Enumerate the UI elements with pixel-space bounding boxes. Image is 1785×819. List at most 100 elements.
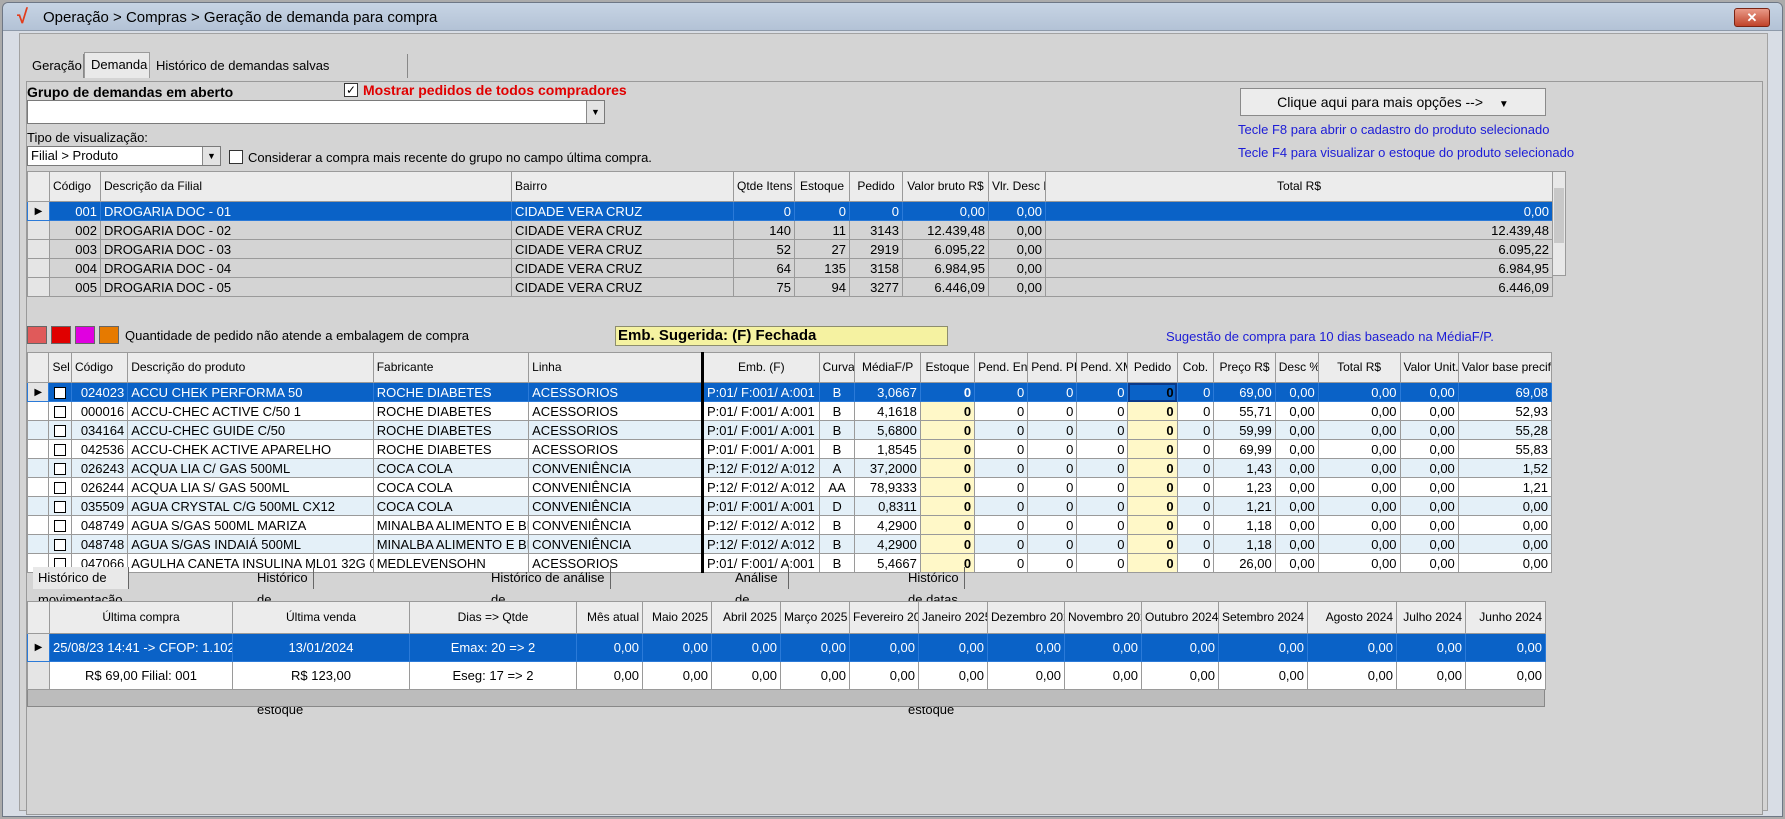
row-indicator[interactable] — [26, 439, 50, 459]
product-pedido[interactable]: 0 — [1127, 458, 1178, 478]
row-indicator[interactable] — [26, 458, 50, 478]
select-checkbox[interactable] — [48, 515, 72, 535]
visualization-combo[interactable]: Filial > Produto ▼ — [27, 146, 221, 166]
branch-row[interactable]: 004 DROGARIA DOC - 04 CIDADE VERA CRUZ 64 13… — [27, 258, 1553, 278]
product-row[interactable]: ▶ 024023 ACCU CHEK PERFORMA 50 ROCHE DIABET… — [26, 382, 1553, 402]
col-total[interactable]: Total R$ — [1317, 352, 1401, 383]
col-desc[interactable]: Desc % — [1274, 352, 1319, 383]
branch-row[interactable]: 003 DROGARIA DOC - 03 CIDADE VERA CRUZ 52 27… — [27, 239, 1553, 259]
product-pedido[interactable]: 0 — [1127, 553, 1178, 573]
col-pedido[interactable]: Pedido — [1127, 352, 1178, 383]
history-col-9[interactable]: Dezembro 2024 — [987, 601, 1065, 634]
history-col-5[interactable]: Abril 2025 — [711, 601, 781, 634]
product-pedido[interactable]: 0 — [1127, 477, 1178, 497]
col-valor-bruto[interactable]: Valor bruto R$ — [902, 171, 989, 202]
select-checkbox[interactable] — [48, 458, 72, 478]
col-codigo[interactable]: Código — [49, 171, 101, 202]
history-row[interactable]: R$ 69,00 Filial: 001 R$ 123,00 Eseg: 17 =>… — [27, 661, 1546, 690]
col-codigo[interactable]: Código — [70, 352, 129, 383]
branches-scrollbar[interactable] — [1552, 171, 1566, 276]
product-pedido[interactable]: 0 — [1127, 382, 1178, 402]
history-col-3[interactable]: Mês atual — [576, 601, 643, 634]
col-qtde-itens[interactable]: Qtde Itens — [733, 171, 795, 202]
branch-row[interactable]: 002 DROGARIA DOC - 02 CIDADE VERA CRUZ 140 1… — [27, 220, 1553, 240]
row-pointer-icon[interactable]: ▶ — [27, 633, 50, 662]
product-pedido[interactable]: 0 — [1127, 534, 1178, 554]
subtab-movimentacao-vendas[interactable]: Histórico de movimentação de vendas — [33, 567, 129, 629]
subtab-auditoria-estoque[interactable]: Histórico de auditoria da gestão de esto… — [252, 567, 314, 717]
col-sel[interactable]: Sel — [48, 352, 72, 383]
product-pedido[interactable]: 0 — [1127, 420, 1178, 440]
product-row[interactable]: 042536 ACCU-CHEK ACTIVE APARELHO ROCHE DIA… — [26, 439, 1553, 459]
chevron-down-icon[interactable]: ▼ — [586, 101, 604, 123]
col-media[interactable]: MédiaF/P — [854, 352, 921, 383]
col-valor-unit[interactable]: Valor Unit. — [1399, 352, 1459, 383]
col-valor-base[interactable]: Valor base precificação — [1457, 352, 1553, 383]
col-pend-xml[interactable]: Pend. XML — [1076, 352, 1129, 383]
col-pend-entr[interactable]: Pend. Entr. — [974, 352, 1029, 383]
col-descricao[interactable]: Descrição do produto — [127, 352, 374, 383]
history-col-6[interactable]: Março 2025 — [780, 601, 850, 634]
tab-demanda[interactable]: Demanda — [84, 52, 150, 78]
subtab-analise-demandas[interactable]: Histórico de análise de demandas\compras — [486, 567, 612, 629]
select-checkbox[interactable] — [48, 496, 72, 516]
history-col-15[interactable]: Junho 2024 — [1465, 601, 1546, 634]
product-row[interactable]: 000016 ACCU-CHEC ACTIVE C/50 1 ROCHE DIABE… — [26, 401, 1553, 421]
select-checkbox[interactable] — [48, 401, 72, 421]
row-indicator[interactable] — [26, 477, 50, 497]
row-indicator[interactable] — [27, 258, 50, 278]
col-fabricante[interactable]: Fabricante — [372, 352, 530, 383]
consider-last-purchase-checkbox[interactable] — [229, 150, 243, 164]
chevron-down-icon[interactable]: ▼ — [202, 147, 220, 165]
col-curva[interactable]: Curva — [818, 352, 856, 383]
row-indicator[interactable] — [26, 496, 50, 516]
row-indicator[interactable] — [27, 220, 50, 240]
row-indicator[interactable] — [27, 239, 50, 259]
col-bairro[interactable]: Bairro — [511, 171, 734, 202]
history-col-12[interactable]: Setembro 2024 — [1218, 601, 1308, 634]
tab-geracao[interactable]: Geração — [26, 54, 84, 78]
product-row[interactable]: 026243 ACQUA LIA C/ GAS 500ML COCA COLA CON… — [26, 458, 1553, 478]
subtab-datas-sem-estoque[interactable]: Histórico de datas que o produto ficou s… — [903, 567, 965, 717]
history-col-1[interactable]: Última venda — [232, 601, 410, 634]
product-row[interactable]: 026244 ACQUA LIA S/ GAS 500ML COCA COLA CON… — [26, 477, 1553, 497]
select-checkbox[interactable] — [48, 439, 72, 459]
product-row[interactable]: 035509 AGUA CRYSTAL C/G 500ML CX12 COCA CO… — [26, 496, 1553, 516]
history-col-8[interactable]: Janeiro 2025 — [918, 601, 988, 634]
product-pedido[interactable]: 0 — [1127, 515, 1178, 535]
col-preco[interactable]: Preço R$ — [1213, 352, 1276, 383]
branch-row[interactable]: 005 DROGARIA DOC - 05 CIDADE VERA CRUZ 75 94… — [27, 277, 1553, 297]
col-cob[interactable]: Cob. — [1176, 352, 1215, 383]
demand-group-combo[interactable]: ▼ — [27, 100, 605, 124]
row-indicator[interactable] — [26, 534, 50, 554]
row-indicator[interactable] — [27, 277, 50, 297]
row-pointer-icon[interactable]: ▶ — [26, 382, 50, 402]
show-all-buyers-checkbox[interactable]: ✓ — [344, 83, 358, 97]
col-descricao-filial[interactable]: Descrição da Filial — [100, 171, 512, 202]
history-col-11[interactable]: Outubro 2024 — [1141, 601, 1219, 634]
select-checkbox[interactable] — [48, 382, 72, 402]
col-emb[interactable]: Emb. (F) — [701, 352, 820, 383]
product-pedido[interactable]: 0 — [1127, 496, 1178, 516]
col-total[interactable]: Total R$ — [1045, 171, 1553, 202]
row-indicator[interactable] — [26, 420, 50, 440]
select-checkbox[interactable] — [48, 534, 72, 554]
history-row[interactable]: ▶ 25/08/23 14:41 -> CFOP: 1.102 13/01/2024… — [27, 633, 1546, 662]
row-indicator[interactable] — [26, 515, 50, 535]
col-linha[interactable]: Linha — [528, 352, 704, 383]
close-button[interactable]: ✕ — [1734, 8, 1770, 27]
select-checkbox[interactable] — [48, 477, 72, 497]
product-pedido[interactable]: 0 — [1127, 401, 1178, 421]
col-estoque[interactable]: Estoque — [794, 171, 850, 202]
row-indicator[interactable] — [26, 401, 50, 421]
history-col-10[interactable]: Novembro 2024 — [1064, 601, 1142, 634]
col-pend-pbm[interactable]: Pend. PBM — [1027, 352, 1078, 383]
tab-historico-demandas[interactable]: Histórico de demandas salvas temporariam… — [150, 54, 408, 97]
col-pedido[interactable]: Pedido — [849, 171, 903, 202]
branches-scroll-thumb[interactable] — [1554, 188, 1564, 243]
col-vlr-desc[interactable]: Vlr. Desc R$ — [988, 171, 1046, 202]
more-options-button[interactable]: Clique aqui para mais opções --> ▼ — [1240, 88, 1546, 116]
history-col-13[interactable]: Agosto 2024 — [1307, 601, 1397, 634]
branch-row[interactable]: ▶ 001 DROGARIA DOC - 01 CIDADE VERA CRUZ 0 0 0… — [27, 201, 1553, 221]
product-pedido[interactable]: 0 — [1127, 439, 1178, 459]
